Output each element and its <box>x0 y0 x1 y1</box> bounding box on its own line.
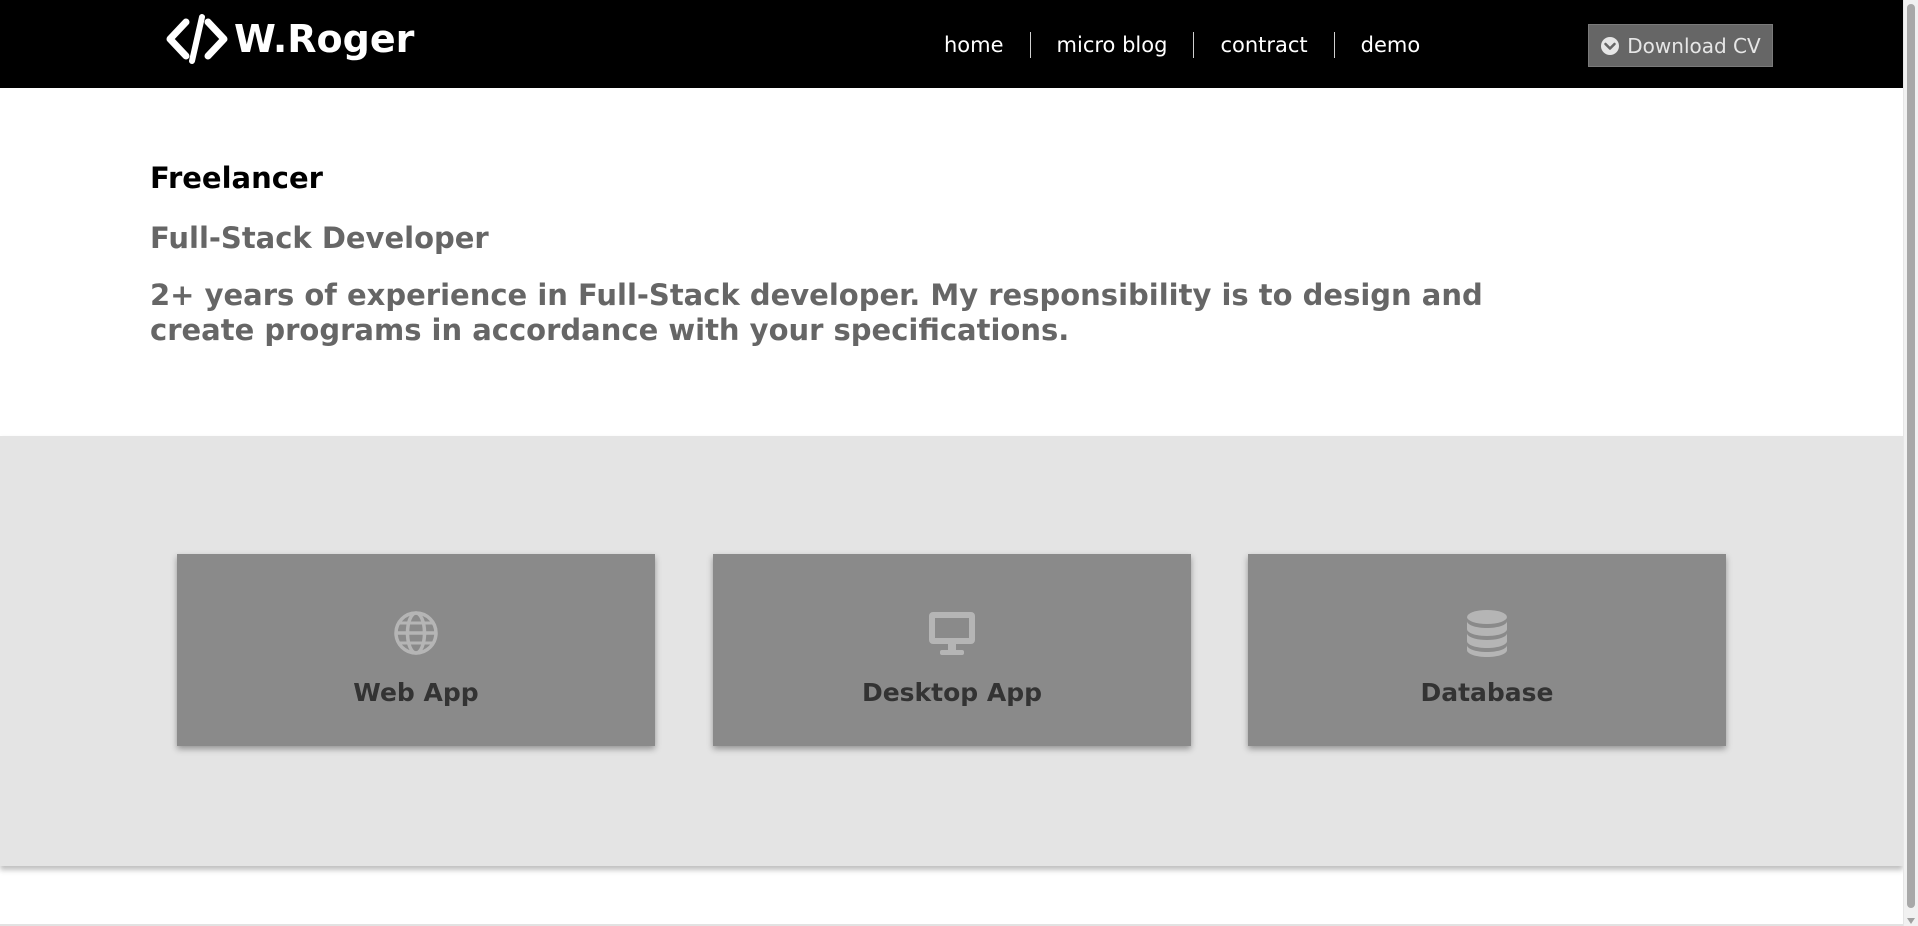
intro-section: Freelancer Full-Stack Developer 2+ years… <box>150 158 1570 348</box>
scroll-down-arrow-icon[interactable] <box>1907 918 1915 924</box>
page: W.Roger home micro blog contract demo Do… <box>0 0 1903 926</box>
service-label: Web App <box>353 678 479 707</box>
code-icon <box>166 14 228 64</box>
service-label: Desktop App <box>861 678 1043 707</box>
monitor-icon <box>929 612 975 655</box>
role-subtitle: Full-Stack Developer <box>150 221 489 255</box>
nav-demo[interactable]: demo <box>1335 31 1447 59</box>
vertical-scrollbar[interactable] <box>1903 0 1918 926</box>
service-card-web-app[interactable]: Web App <box>177 554 655 746</box>
page-title: Freelancer <box>150 161 323 195</box>
nav-contract[interactable]: contract <box>1194 31 1333 59</box>
download-cv-label: Download CV <box>1627 33 1761 58</box>
download-cv-button[interactable]: Download CV <box>1588 24 1773 67</box>
globe-icon <box>394 611 438 655</box>
service-card-database[interactable]: Database <box>1248 554 1726 746</box>
chevron-down-circle-icon <box>1601 36 1620 55</box>
nav-micro-blog[interactable]: micro blog <box>1031 31 1194 59</box>
database-icon <box>1467 610 1507 657</box>
service-label: Database <box>1420 678 1554 707</box>
intro-description: 2+ years of experience in Full-Stack dev… <box>150 278 1483 347</box>
service-card-desktop-app[interactable]: Desktop App <box>713 554 1191 746</box>
brand-logo[interactable]: W.Roger <box>166 14 414 64</box>
main-nav: home micro blog contract demo <box>918 28 1446 62</box>
scrollbar-thumb[interactable] <box>1907 4 1915 908</box>
services-section: Web App Desktop App Database <box>0 436 1903 866</box>
nav-home[interactable]: home <box>918 31 1030 59</box>
navbar: W.Roger home micro blog contract demo Do… <box>0 0 1903 88</box>
brand-name: W.Roger <box>234 17 415 61</box>
